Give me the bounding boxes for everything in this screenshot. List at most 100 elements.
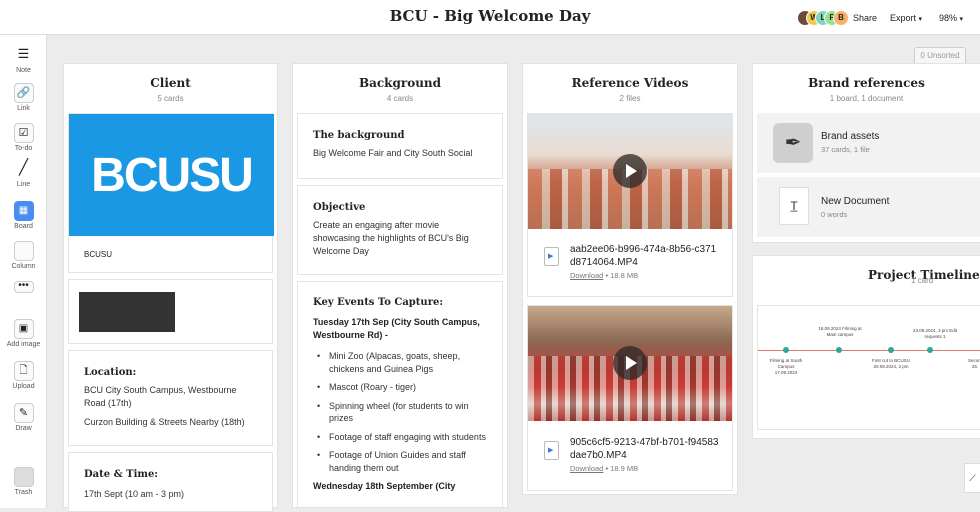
- tool-sidebar: ☰ Note 🔗 Link ☑ To-do ╱ Line ▦ Board Column •…: [0, 35, 47, 508]
- document-label: New Document: [821, 196, 890, 207]
- tool-label: Trash: [14, 489, 33, 496]
- timeline-card[interactable]: Filming at South Campus 17.09.2024 18.09…: [757, 305, 980, 430]
- zoom-control[interactable]: 98% ▾: [939, 13, 963, 23]
- timeline-label: Filming at South Campus 17.09.2024: [769, 358, 803, 375]
- list-item: Mascot (Roary - tiger): [313, 381, 487, 394]
- card-heading: Key Events To Capture:: [313, 297, 444, 308]
- tool-label: Draw: [15, 425, 32, 432]
- logo-card[interactable]: BCUSU BCUSU: [68, 113, 274, 273]
- list-item: Spinning wheel (for students to win priz…: [313, 400, 487, 425]
- video-card[interactable]: aab2ee06-b996-474a-8b56-c371d8714064.MP4…: [527, 113, 733, 297]
- avatar[interactable]: B: [833, 10, 849, 26]
- download-link[interactable]: Download: [570, 464, 603, 473]
- list-item: Footage of Union Guides and staff handin…: [313, 449, 487, 474]
- tool-label: Add image: [6, 341, 41, 348]
- chart-toggle-button[interactable]: ⟋: [964, 463, 980, 493]
- more-tools[interactable]: •••: [0, 281, 47, 293]
- column-title[interactable]: Reference Videos: [523, 76, 737, 90]
- link-tool[interactable]: 🔗 Link: [0, 83, 47, 112]
- board-icon: ▦: [13, 201, 34, 221]
- date-heading: Date & Time:: [84, 469, 158, 480]
- column-count: 2 files: [619, 94, 641, 103]
- video-file-icon: [544, 441, 559, 460]
- timeline-point: [783, 347, 789, 353]
- play-icon[interactable]: [613, 346, 647, 380]
- tool-label: Note: [16, 67, 31, 74]
- add-image-tool[interactable]: ▣ Add image: [0, 319, 47, 348]
- location-heading: Location:: [84, 367, 137, 378]
- brand-assets-board[interactable]: ✒ Brand assets 37 cards, 1 file: [757, 113, 980, 173]
- upload-tool[interactable]: 🗋 Upload: [0, 361, 47, 390]
- timeline-label: First cut to BCUSU 20.09.2024, 3 pm: [871, 358, 910, 369]
- file-meta: Download • 18.8 MB: [570, 271, 639, 280]
- new-document[interactable]: T̲ New Document 0 words: [757, 177, 980, 237]
- upload-icon: 🗋: [13, 361, 34, 381]
- video-thumbnail[interactable]: [528, 306, 732, 421]
- key-events-card[interactable]: Key Events To Capture: Tuesday 17th Sep …: [297, 281, 503, 507]
- board-tool[interactable]: ▦ Board: [0, 201, 47, 230]
- column-background[interactable]: Background 4 cards The background Big We…: [292, 63, 508, 508]
- tool-label: Line: [16, 181, 31, 188]
- tool-label: Upload: [12, 383, 35, 390]
- logo-image: BCUSU: [69, 114, 274, 236]
- location-line: Curzon Building & Streets Nearby (18th): [84, 417, 245, 427]
- redacted-card[interactable]: [68, 279, 273, 344]
- date-card[interactable]: Date & Time: 17th Sept (10 am - 3 pm): [68, 452, 273, 512]
- card-heading: The background: [313, 130, 405, 141]
- tool-label: Link: [17, 105, 30, 112]
- redacted-block: [79, 292, 175, 332]
- chevron-down-icon: ▾: [918, 16, 923, 23]
- file-size: 18.8 MB: [610, 271, 639, 280]
- board-meta: 37 cards, 1 file: [821, 145, 870, 154]
- background-card[interactable]: The background Big Welcome Fair and City…: [297, 113, 503, 179]
- column-title[interactable]: Client: [64, 76, 277, 90]
- note-tool[interactable]: ☰ Note: [0, 45, 47, 74]
- more-icon: •••: [13, 281, 34, 293]
- column-count: 4 cards: [386, 94, 414, 103]
- share-button[interactable]: Share: [853, 13, 877, 23]
- column-project-timeline[interactable]: Project Timeline 1 card Filming at South…: [752, 255, 980, 439]
- draw-tool[interactable]: ✎ Draw: [0, 403, 47, 432]
- card-heading: Objective: [313, 202, 366, 213]
- pen-icon: ✒: [773, 123, 813, 163]
- line-icon: ╱: [18, 159, 29, 176]
- column-title[interactable]: Background: [293, 76, 507, 90]
- export-button[interactable]: Export ▾: [890, 13, 922, 23]
- play-icon[interactable]: [613, 154, 647, 188]
- day-heading: Wednesday 18th September (City: [313, 481, 456, 491]
- column-client[interactable]: Client 5 cards BCUSU BCUSU Location: BCU…: [63, 63, 278, 512]
- line-tool[interactable]: ╱ Line: [0, 159, 47, 188]
- trash-tool[interactable]: Trash: [0, 467, 47, 496]
- download-link[interactable]: Download: [570, 271, 603, 280]
- date-line: 17th Sept (10 am - 3 pm): [84, 489, 185, 499]
- timeline-point: [836, 347, 842, 353]
- zoom-level: 98%: [939, 13, 958, 23]
- column-reference-videos[interactable]: Reference Videos 2 files aab2ee06-b996-4…: [522, 63, 738, 495]
- file-name[interactable]: aab2ee06-b996-474a-8b56-c371d8714064.MP4: [570, 243, 720, 269]
- column-tool[interactable]: Column: [0, 241, 47, 270]
- draw-icon: ✎: [13, 403, 34, 423]
- link-icon: 🔗: [13, 83, 34, 103]
- video-card[interactable]: 905c6cf5-9213-47bf-b701-f94583dae7b0.MP4…: [527, 305, 733, 491]
- column-icon: [13, 241, 34, 261]
- video-file-icon: [544, 247, 559, 266]
- file-name[interactable]: 905c6cf5-9213-47bf-b701-f94583dae7b0.MP4: [570, 436, 720, 462]
- location-card[interactable]: Location: BCU City South Campus, Westbou…: [68, 350, 273, 446]
- todo-icon: ☑: [13, 123, 34, 143]
- video-thumbnail[interactable]: [528, 114, 732, 229]
- column-count: 1 board, 1 document: [829, 94, 904, 103]
- column-brand-references[interactable]: Brand references 1 board, 1 document ✒ B…: [752, 63, 980, 243]
- objective-card[interactable]: Objective Create an engaging after movie…: [297, 185, 503, 275]
- tool-label: To-do: [14, 145, 33, 152]
- document-icon: T̲: [779, 187, 809, 225]
- todo-tool[interactable]: ☑ To-do: [0, 123, 47, 152]
- document-meta: 0 words: [821, 210, 848, 219]
- timeline-label: 18.09.2024 Filming at Main campus: [818, 326, 862, 337]
- card-text: Big Welcome Fair and City South Social: [313, 148, 473, 158]
- file-meta: Download • 18.9 MB: [570, 464, 639, 473]
- column-count: 1 card: [911, 276, 934, 285]
- card-text: Create an engaging after movie showcasin…: [313, 220, 469, 256]
- file-size: 18.9 MB: [610, 464, 639, 473]
- column-title[interactable]: Brand references: [753, 76, 980, 90]
- timeline-point: [888, 347, 894, 353]
